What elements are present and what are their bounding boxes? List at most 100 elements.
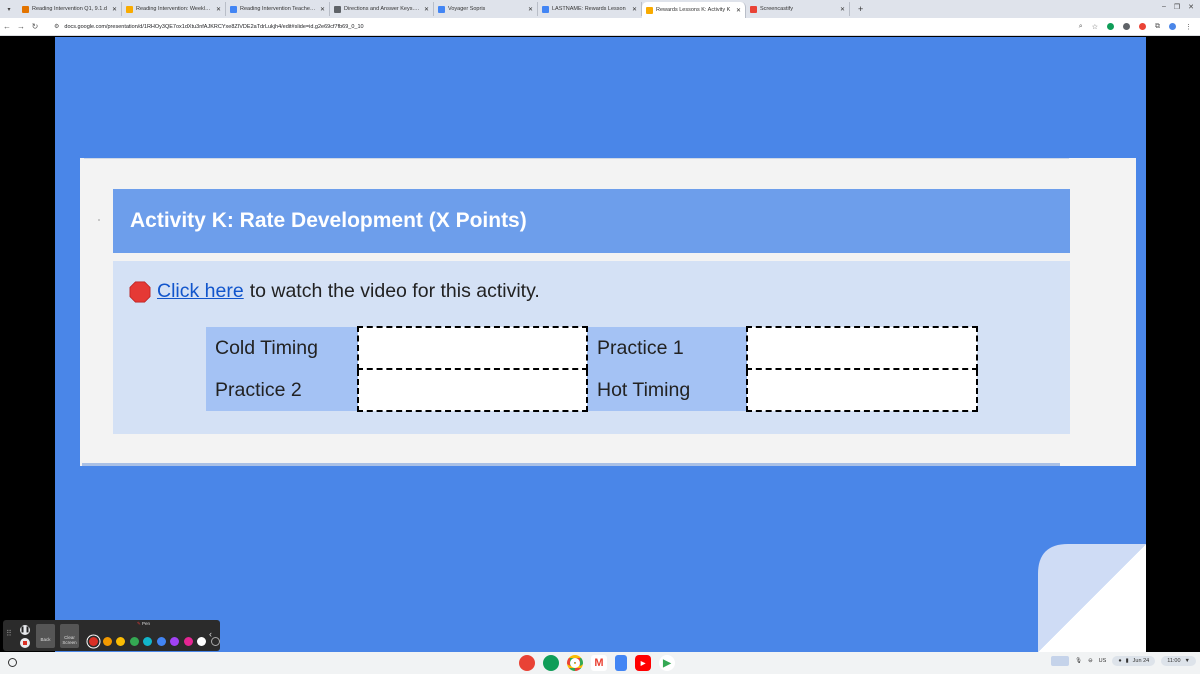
tab-search-icon[interactable]: ▾ xyxy=(0,6,18,13)
tab-close-icon[interactable]: ✕ xyxy=(216,6,221,13)
tab-close-icon[interactable]: ✕ xyxy=(112,6,117,13)
screencastify-app-icon[interactable] xyxy=(519,655,535,671)
google-classroom-icon[interactable] xyxy=(543,655,559,671)
tab[interactable]: Directions and Answer Keys.pd ✕ xyxy=(330,2,434,16)
tab-close-icon[interactable]: ✕ xyxy=(424,6,429,13)
chrome-icon[interactable] xyxy=(567,655,583,671)
practice-2-field[interactable] xyxy=(357,368,588,412)
google-docs-icon[interactable] xyxy=(615,655,627,671)
profile-avatar[interactable] xyxy=(1169,23,1176,30)
tab-label: Reading Intervention Q1, 9.1.d xyxy=(32,6,107,12)
cold-timing-field[interactable] xyxy=(357,326,588,370)
cursor-tool-button[interactable]: Back xyxy=(36,624,55,648)
color-swatch[interactable] xyxy=(116,637,125,646)
new-tab-icon[interactable]: + xyxy=(858,4,863,14)
collapse-chevron-icon[interactable]: ‹ xyxy=(209,629,212,639)
divider xyxy=(84,158,1069,159)
color-swatch[interactable] xyxy=(102,637,112,646)
clock-area[interactable]: 11:00 ▼ xyxy=(1161,656,1196,666)
tab-close-icon[interactable]: ✕ xyxy=(736,7,741,14)
holding-space-icon[interactable] xyxy=(1051,656,1070,666)
back-icon[interactable]: ← xyxy=(0,22,14,31)
dot-marker xyxy=(98,219,100,221)
clear-screen-button[interactable]: Clear Screen xyxy=(60,624,79,648)
color-swatch[interactable] xyxy=(143,637,152,646)
color-swatch[interactable] xyxy=(197,637,206,646)
tab-label: Directions and Answer Keys.pd xyxy=(344,6,420,12)
color-swatch[interactable] xyxy=(183,637,193,646)
reload-icon[interactable]: ↻ xyxy=(28,22,42,31)
tab-close-icon[interactable]: ✕ xyxy=(840,6,845,13)
cursor-tool-label: Back xyxy=(40,637,51,642)
os-shelf: M ▶ ▶ 🎙 ⊖ US ● ▮ Jun 24 11:00 ▼ xyxy=(0,652,1200,674)
tab-favicon-icon xyxy=(126,5,133,13)
tab-strip: ▾ Reading Intervention Q1, 9.1.d ✕ Reading… xyxy=(0,0,1200,18)
pen-label: ✎ Pen xyxy=(137,621,151,626)
system-tray: 🎙 ⊖ US ● ▮ Jun 24 11:00 ▼ xyxy=(1051,656,1196,666)
color-swatch[interactable] xyxy=(129,637,139,646)
notification-icon: ● xyxy=(1118,658,1122,664)
hot-timing-field[interactable] xyxy=(746,368,978,412)
toolbar-icons: ⌕ ☆ ⧉ ⋮ xyxy=(1079,23,1200,31)
tabs: Reading Intervention Q1, 9.1.d ✕ Reading I… xyxy=(18,0,850,18)
do-not-disturb-icon[interactable]: ⊖ xyxy=(1088,658,1093,664)
tab-close-icon[interactable]: ✕ xyxy=(528,6,533,13)
minimize-icon[interactable]: – xyxy=(1162,3,1166,11)
bookmark-star-icon[interactable]: ☆ xyxy=(1092,23,1098,31)
tab-favicon-icon xyxy=(438,5,445,13)
microphone-icon[interactable]: 🎙 xyxy=(1075,658,1082,664)
youtube-icon[interactable]: ▶ xyxy=(635,655,651,671)
site-info-icon[interactable]: ⚙ xyxy=(54,23,59,30)
table-label: Hot Timing xyxy=(587,369,747,411)
screencastify-icon[interactable] xyxy=(1139,23,1146,30)
table-label: Practice 2 xyxy=(206,369,358,411)
annotation-toolbar: ⠿ ❚❚ Back Clear Screen ✎ Pen ‹ xyxy=(3,620,220,651)
pinned-apps: M ▶ ▶ xyxy=(519,655,675,671)
url-field[interactable]: ⚙ docs.google.com/presentation/d/1RHOy3Q… xyxy=(48,20,1079,33)
restore-icon[interactable]: ❐ xyxy=(1174,3,1180,11)
table-row: Cold Timing Practice 1 xyxy=(206,326,978,370)
extensions-puzzle-icon[interactable]: ⧉ xyxy=(1155,23,1160,31)
clear-screen-label: Clear Screen xyxy=(62,635,77,645)
color-swatch[interactable] xyxy=(156,637,166,646)
page-curl-icon xyxy=(1038,544,1146,652)
tab[interactable]: Reading Intervention Q1, 9.1.d ✕ xyxy=(18,2,122,16)
launcher-icon[interactable] xyxy=(8,658,17,667)
tab-label: Reading Intervention: Weekly S xyxy=(136,6,212,12)
forward-icon[interactable]: → xyxy=(14,22,28,31)
color-swatch[interactable] xyxy=(170,637,179,646)
url-text: docs.google.com/presentation/d/1RHOy3QE7… xyxy=(64,23,364,30)
tab-close-icon[interactable]: ✕ xyxy=(320,6,325,13)
gmail-icon[interactable]: M xyxy=(591,655,607,671)
drag-handle-icon[interactable]: ⠿ xyxy=(6,629,12,638)
tab[interactable]: LASTNAME: Rewards Lesson ✕ xyxy=(538,2,642,16)
tab[interactable]: Rewards Lessons K: Activity K ✕ xyxy=(642,2,746,18)
tab-label: Voyager Sopris xyxy=(448,6,486,12)
table-label: Practice 1 xyxy=(587,327,747,369)
play-store-icon[interactable]: ▶ xyxy=(659,655,675,671)
extension-icon[interactable] xyxy=(1107,23,1114,30)
keyboard-layout[interactable]: US xyxy=(1099,658,1107,664)
window-controls: – ❐ ✕ xyxy=(1162,3,1194,11)
tab[interactable]: Reading Intervention Teacher M ✕ xyxy=(226,2,330,16)
pen-label-text: Pen xyxy=(142,621,151,626)
practice-1-field[interactable] xyxy=(746,326,978,370)
close-window-icon[interactable]: ✕ xyxy=(1188,3,1194,11)
tab-favicon-icon xyxy=(22,5,29,13)
extension-icon[interactable] xyxy=(1123,23,1130,30)
tab-favicon-icon xyxy=(750,5,757,13)
status-area[interactable]: ● ▮ Jun 24 xyxy=(1112,656,1156,666)
video-link[interactable]: Click here xyxy=(157,280,244,303)
color-swatch[interactable] xyxy=(89,637,98,646)
tab[interactable]: Screencastify ✕ xyxy=(746,2,850,16)
tab[interactable]: Reading Intervention: Weekly S ✕ xyxy=(122,2,226,16)
pause-recording-button[interactable]: ❚❚ xyxy=(20,625,30,635)
divider xyxy=(82,463,1060,466)
wifi-icon: ▼ xyxy=(1184,658,1190,664)
stop-recording-button[interactable] xyxy=(20,638,30,648)
battery-icon: ▮ xyxy=(1125,658,1129,664)
tab[interactable]: Voyager Sopris ✕ xyxy=(434,2,538,16)
menu-kebab-icon[interactable]: ⋮ xyxy=(1185,23,1192,31)
zoom-icon[interactable]: ⌕ xyxy=(1079,23,1083,31)
tab-close-icon[interactable]: ✕ xyxy=(632,6,637,13)
